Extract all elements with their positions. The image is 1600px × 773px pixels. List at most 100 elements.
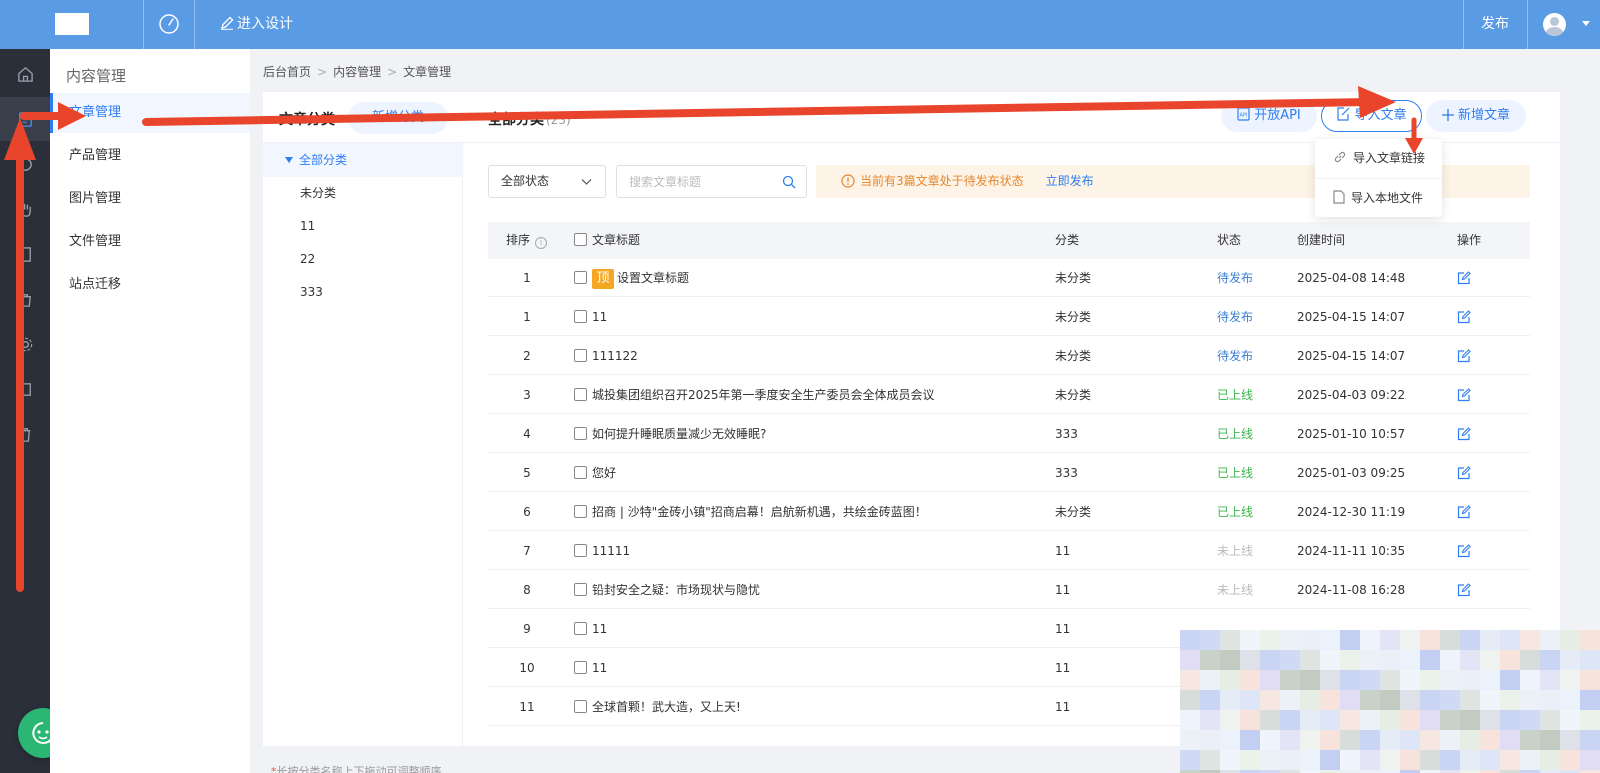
row-title[interactable]: 铅封安全之疑：市场现状与隐忧 — [592, 583, 760, 597]
submenu-item-articles[interactable]: 文章管理 — [50, 93, 250, 133]
row-title[interactable]: 11111 — [592, 544, 630, 558]
row-checkbox[interactable] — [574, 661, 587, 674]
category-item-all[interactable]: 全部分类 — [263, 143, 463, 177]
rail-plugins[interactable] — [0, 187, 50, 231]
file-icon — [1333, 190, 1345, 204]
list-count: (23) — [546, 113, 571, 127]
submenu-item-images[interactable]: 图片管理 — [50, 179, 250, 219]
rail-orders[interactable] — [0, 232, 50, 276]
category-item[interactable]: 22 — [263, 242, 463, 276]
table-row: 1 顶设置文章标题 未分类 待发布 2025-04-08 14:48 — [488, 259, 1530, 297]
edit-icon[interactable] — [1457, 427, 1471, 441]
user-avatar[interactable] — [1543, 13, 1566, 36]
info-icon[interactable]: i — [535, 237, 548, 249]
header-title: 文章标题 — [574, 222, 640, 259]
edit-icon[interactable] — [1457, 544, 1471, 558]
category-hint-text: 长按分类名称上下拖动可调整顺序 — [276, 765, 442, 773]
row-title[interactable]: 城投集团组织召开2025年第一季度安全生产委员会全体成员会议 — [592, 388, 935, 402]
table-row: 7 11111 11 未上线 2024-11-11 10:35 — [488, 532, 1530, 570]
import-link-option[interactable]: 导入文章链接 — [1315, 139, 1442, 177]
row-checkbox[interactable] — [574, 271, 587, 284]
submenu-item-migration[interactable]: 站点迁移 — [50, 265, 250, 305]
table-row: 1 11 未分类 待发布 2025-04-15 14:07 — [488, 298, 1530, 336]
select-all-checkbox[interactable] — [574, 233, 587, 246]
row-status: 待发布 — [1217, 310, 1254, 324]
row-checkbox[interactable] — [574, 466, 587, 479]
add-article-button[interactable]: 新增文章 — [1426, 100, 1526, 132]
row-title[interactable]: 设置文章标题 — [617, 271, 689, 285]
row-checkbox[interactable] — [574, 622, 587, 635]
submenu-item-files[interactable]: 文件管理 — [50, 222, 250, 262]
edit-icon[interactable] — [1457, 310, 1471, 324]
row-status: 未上线 — [1217, 583, 1254, 597]
rail-trash[interactable] — [0, 412, 50, 456]
row-category: 11 — [1055, 583, 1071, 597]
row-title[interactable]: 全球首颗！武大造，又上天! — [592, 700, 741, 714]
row-title[interactable]: 111122 — [592, 349, 638, 363]
import-link-label: 导入文章链接 — [1353, 151, 1426, 165]
dashboard-icon[interactable] — [158, 13, 180, 35]
row-category: 未分类 — [1055, 388, 1092, 402]
header-sort[interactable]: 排序 i — [506, 222, 548, 259]
row-checkbox[interactable] — [574, 388, 587, 401]
row-title[interactable]: 11 — [592, 661, 607, 675]
edit-icon[interactable] — [1457, 583, 1471, 597]
row-sort: 7 — [523, 544, 531, 558]
pinned-badge: 顶 — [592, 269, 614, 289]
row-title[interactable]: 11 — [592, 622, 607, 636]
row-category: 11 — [1055, 700, 1071, 714]
edit-icon[interactable] — [1457, 388, 1471, 402]
rail-settings[interactable] — [0, 322, 50, 366]
add-category-button[interactable]: 新增分类 — [348, 102, 448, 134]
row-title[interactable]: 11 — [592, 310, 607, 324]
category-label: 全部分类 — [299, 153, 348, 167]
row-sort: 5 — [523, 466, 531, 480]
import-article-button[interactable]: 导入文章 — [1321, 100, 1422, 132]
row-checkbox[interactable] — [574, 544, 587, 557]
category-item[interactable]: 11 — [263, 209, 463, 243]
edit-icon[interactable] — [1457, 271, 1471, 285]
enter-design-button[interactable]: 进入设计 — [220, 0, 293, 49]
publish-button[interactable]: 发布 — [1481, 0, 1509, 49]
rail-shop[interactable] — [0, 277, 50, 321]
search-input[interactable] — [629, 166, 779, 197]
rail-home[interactable] — [0, 52, 50, 96]
edit-icon[interactable] — [1457, 349, 1471, 363]
row-checkbox[interactable] — [574, 583, 587, 596]
category-item[interactable]: 333 — [263, 275, 463, 309]
rail-content[interactable] — [0, 97, 50, 141]
add-article-label: 新增文章 — [1457, 108, 1510, 123]
chevron-down-icon — [581, 179, 592, 185]
breadcrumb-content[interactable]: 内容管理 — [333, 65, 381, 79]
api-doc-icon: API — [1237, 107, 1250, 121]
site-logo[interactable] — [55, 13, 89, 35]
publish-now-link[interactable]: 立即发布 — [1046, 174, 1094, 188]
row-checkbox[interactable] — [574, 505, 587, 518]
import-file-option[interactable]: 导入本地文件 — [1315, 179, 1442, 217]
rail-docs[interactable] — [0, 367, 50, 411]
status-select[interactable]: 全部状态 — [488, 165, 606, 198]
row-sort: 10 — [519, 661, 535, 675]
chevron-right-icon: > — [387, 65, 398, 79]
search-icon[interactable] — [782, 175, 796, 189]
open-api-button[interactable]: API 开放API — [1221, 100, 1317, 132]
breadcrumb-home[interactable]: 后台首页 — [263, 65, 311, 79]
row-title-cell: 城投集团组织召开2025年第一季度安全生产委员会全体成员会议 — [574, 376, 935, 414]
row-title-cell: 11 — [574, 298, 607, 336]
category-item[interactable]: 未分类 — [263, 176, 463, 210]
edit-icon[interactable] — [1457, 505, 1471, 519]
row-checkbox[interactable] — [574, 427, 587, 440]
submenu-item-products[interactable]: 产品管理 — [50, 136, 250, 176]
row-checkbox[interactable] — [574, 349, 587, 362]
rail-theme[interactable] — [0, 142, 50, 186]
edit-icon[interactable] — [1457, 466, 1471, 480]
row-title[interactable]: 如何提升睡眠质量减少无效睡眠? — [592, 427, 766, 441]
row-title[interactable]: 您好 — [592, 466, 616, 480]
divider — [143, 0, 144, 49]
row-checkbox[interactable] — [574, 700, 587, 713]
chevron-down-icon[interactable] — [1582, 21, 1590, 26]
status-select-value: 全部状态 — [501, 174, 550, 188]
row-checkbox[interactable] — [574, 310, 587, 323]
row-title[interactable]: 招商 | 沙特"金砖小镇"招商启幕！启航新机遇，共绘金砖蓝图！ — [592, 505, 927, 519]
row-created: 2024-11-11 10:35 — [1297, 544, 1406, 558]
